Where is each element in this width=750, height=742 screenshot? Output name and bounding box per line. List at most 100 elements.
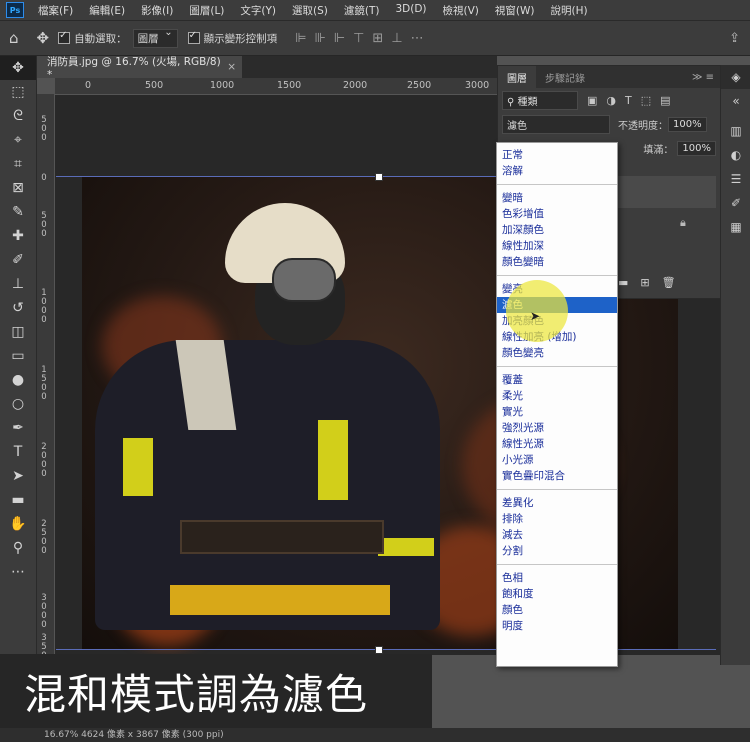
panel-menu-icon[interactable]: ≫ ≡: [692, 72, 720, 83]
blend-mode-option[interactable]: 差異化: [497, 495, 617, 511]
document-tab[interactable]: 消防員.jpg @ 16.7% (火場, RGB/8) * ×: [37, 56, 242, 81]
layer-kind-filter[interactable]: ⚲ 種類: [502, 90, 578, 110]
blend-mode-option[interactable]: 排除: [497, 511, 617, 527]
blend-mode-option[interactable]: 覆蓋: [497, 372, 617, 388]
blend-mode-option[interactable]: 線性加深: [497, 238, 617, 254]
more-tools-icon[interactable]: ⋯: [0, 560, 36, 584]
filter-pixel-icon[interactable]: ▣: [587, 94, 597, 107]
home-icon[interactable]: ⌂: [0, 29, 28, 47]
ruler-tick-label: 5 0 0: [41, 211, 47, 239]
align-middle-icon[interactable]: ⊞: [372, 31, 383, 46]
auto-select-dropdown[interactable]: 圖層: [132, 27, 178, 48]
gradient-tool-icon[interactable]: ▭: [0, 344, 36, 368]
new-group-icon[interactable]: ▬: [618, 276, 628, 289]
menu-item[interactable]: 檔案(F): [30, 3, 81, 18]
document-tab-strip: 消防員.jpg @ 16.7% (火場, RGB/8) * ×: [37, 56, 497, 81]
marquee-tool-icon[interactable]: ⬚: [0, 80, 36, 104]
mask-visor: [272, 258, 336, 302]
menu-item[interactable]: 文字(Y): [232, 3, 284, 18]
blend-mode-option[interactable]: 溶解: [497, 163, 617, 179]
crop-tool-icon[interactable]: ⌗: [0, 152, 36, 176]
distribute-icon[interactable]: ⋯: [411, 31, 424, 46]
stamp-tool-icon[interactable]: ⊥: [0, 272, 36, 296]
new-layer-icon[interactable]: ⊞: [640, 276, 649, 289]
menu-item[interactable]: 編輯(E): [81, 3, 133, 18]
tab-layers[interactable]: 圖層: [498, 66, 536, 88]
menu-item[interactable]: 濾鏡(T): [336, 3, 388, 18]
transform-controls-checkbox[interactable]: [187, 30, 200, 44]
blend-mode-option[interactable]: 顏色變暗: [497, 254, 617, 270]
align-right-icon[interactable]: ⊩: [334, 31, 345, 46]
blend-mode-option[interactable]: 小光源: [497, 452, 617, 468]
transform-handle-top[interactable]: [375, 173, 383, 181]
dodge-tool-icon[interactable]: ○: [0, 392, 36, 416]
path-select-tool-icon[interactable]: ➤: [0, 464, 36, 488]
filter-shape-icon[interactable]: ⬚: [641, 94, 651, 107]
share-icon[interactable]: ⇪: [729, 31, 740, 46]
blend-mode-select[interactable]: 濾色: [502, 114, 610, 134]
move-icon[interactable]: ✥: [28, 29, 59, 47]
healing-brush-tool-icon[interactable]: ✚: [0, 224, 36, 248]
align-top-icon[interactable]: ⊤: [353, 31, 364, 46]
blend-mode-option[interactable]: 減去: [497, 527, 617, 543]
delete-layer-icon[interactable]: 🗑︎: [662, 276, 676, 289]
blur-tool-icon[interactable]: ●: [0, 368, 36, 392]
history-brush-tool-icon[interactable]: ↺: [0, 296, 36, 320]
menu-item[interactable]: 視窗(W): [487, 3, 543, 18]
align-bottom-icon[interactable]: ⊥: [391, 31, 402, 46]
filter-type-icon[interactable]: T: [625, 94, 632, 107]
blend-mode-option[interactable]: 加深顏色: [497, 222, 617, 238]
lasso-tool-icon[interactable]: ᘓ: [0, 104, 36, 128]
fill-input[interactable]: 100%: [677, 140, 716, 156]
swatches-panel-icon[interactable]: ▦: [721, 215, 750, 239]
blend-mode-option[interactable]: 實色疊印混合: [497, 468, 617, 484]
type-tool-icon[interactable]: T: [0, 440, 36, 464]
blend-mode-option[interactable]: 實光: [497, 404, 617, 420]
blend-mode-option[interactable]: 顏色: [497, 602, 617, 618]
history-panel-icon[interactable]: ▥: [721, 119, 750, 143]
transform-handle-bottom[interactable]: [375, 646, 383, 654]
blend-mode-option[interactable]: 明度: [497, 618, 617, 634]
blend-mode-option[interactable]: 正常: [497, 147, 617, 163]
menu-item[interactable]: 圖層(L): [181, 3, 232, 18]
eraser-tool-icon[interactable]: ◫: [0, 320, 36, 344]
blend-mode-option[interactable]: 分割: [497, 543, 617, 559]
blend-mode-option[interactable]: 變暗: [497, 190, 617, 206]
shape-tool-icon[interactable]: ▬: [0, 488, 36, 512]
move-tool-icon[interactable]: ✥: [0, 56, 36, 80]
zoom-tool-icon[interactable]: ⚲: [0, 536, 36, 560]
brush-tool-icon[interactable]: ✐: [0, 248, 36, 272]
properties-panel-icon[interactable]: ☰: [721, 167, 750, 191]
opacity-input[interactable]: 100%: [668, 116, 707, 132]
hand-tool-icon[interactable]: ✋: [0, 512, 36, 536]
menu-item[interactable]: 選取(S): [284, 3, 336, 18]
blend-mode-option[interactable]: 柔光: [497, 388, 617, 404]
pen-tool-icon[interactable]: ✒: [0, 416, 36, 440]
quick-select-tool-icon[interactable]: ⌖: [0, 128, 36, 152]
layers-stack-icon[interactable]: ◈: [721, 65, 750, 89]
menu-item[interactable]: 影像(I): [133, 3, 181, 18]
align-center-icon[interactable]: ⊪: [314, 31, 325, 46]
close-icon[interactable]: ×: [227, 61, 236, 73]
menu-item[interactable]: 檢視(V): [435, 3, 487, 18]
align-left-icon[interactable]: ⊫: [295, 31, 306, 46]
firefighter-belt: [180, 520, 384, 554]
auto-select-checkbox[interactable]: [58, 30, 71, 44]
blend-mode-option[interactable]: 飽和度: [497, 586, 617, 602]
menu-separator: [497, 489, 617, 490]
filter-adjustment-icon[interactable]: ◑: [606, 94, 616, 107]
brush-panel-icon[interactable]: ✐: [721, 191, 750, 215]
menu-item[interactable]: 3D(D): [387, 3, 434, 18]
blend-mode-option[interactable]: 線性光源: [497, 436, 617, 452]
collapse-icon[interactable]: «: [721, 89, 750, 113]
eyedropper-tool-icon[interactable]: ✎: [0, 200, 36, 224]
frame-tool-icon[interactable]: ⊠: [0, 176, 36, 200]
filter-smart-object-icon[interactable]: ▤: [660, 94, 670, 107]
adjustments-panel-icon[interactable]: ◐: [721, 143, 750, 167]
blend-mode-option[interactable]: 顏色變亮: [497, 345, 617, 361]
menu-item[interactable]: 說明(H): [543, 3, 596, 18]
tab-history[interactable]: 步驟記錄: [536, 66, 594, 88]
blend-mode-option[interactable]: 色彩增值: [497, 206, 617, 222]
blend-mode-option[interactable]: 強烈光源: [497, 420, 617, 436]
blend-mode-option[interactable]: 色相: [497, 570, 617, 586]
